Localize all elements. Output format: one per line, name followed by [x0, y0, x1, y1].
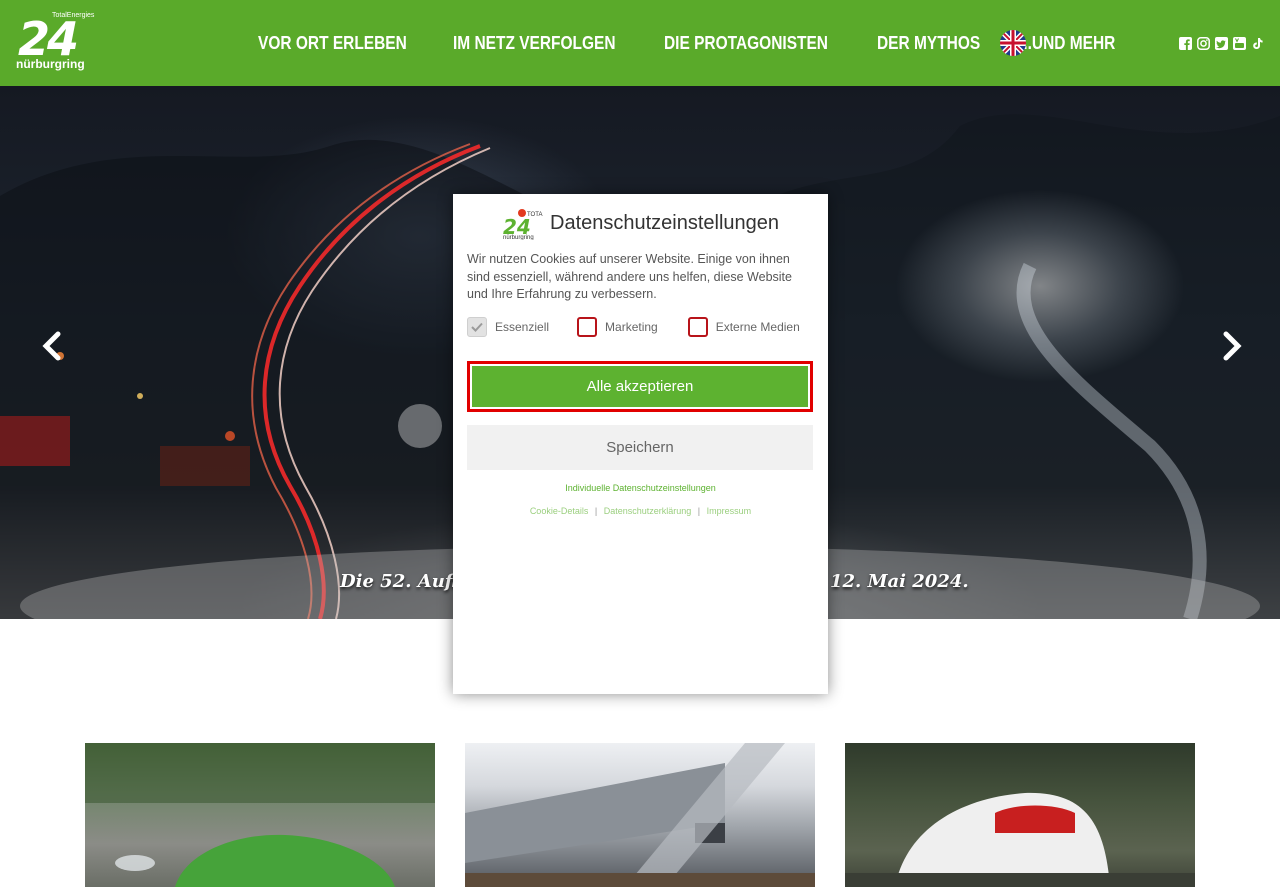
site-logo[interactable]: TotalEnergies 24 nürburgring: [14, 10, 106, 74]
instagram-icon[interactable]: [1197, 37, 1210, 50]
nav-item-die-protagonisten[interactable]: DIE PROTAGONISTEN: [664, 30, 828, 56]
chevron-right-icon: [1223, 331, 1242, 361]
nav-item-der-mythos[interactable]: DER MYTHOS: [877, 30, 980, 56]
consent-checkboxes: Essenziell Marketing Externe Medien: [467, 317, 800, 337]
modal-description: Wir nutzen Cookies auf unserer Website. …: [467, 252, 792, 301]
twitter-icon[interactable]: [1215, 37, 1228, 50]
checkbox-essenziell[interactable]: Essenziell: [467, 317, 549, 337]
modal-footer-links: Cookie-Details | Datenschutzerklärung | …: [453, 506, 828, 516]
site-header: TotalEnergies 24 nürburgring VOR ORT ERL…: [0, 0, 1280, 86]
chevron-left-icon: [42, 331, 61, 361]
social-links: [1179, 37, 1264, 50]
modal-title: Datenschutzeinstellungen: [550, 212, 780, 234]
checkbox-label-marketing: Marketing: [605, 320, 658, 334]
logo-numeral: 24: [18, 12, 79, 66]
imprint-link[interactable]: Impressum: [707, 506, 752, 516]
divider: |: [594, 506, 598, 516]
hero-caption-right: 12. Mai 2024.: [830, 571, 969, 592]
accept-all-button[interactable]: Alle akzeptieren: [472, 366, 808, 407]
hero-caption-left: Die 52. Aufla: [340, 571, 470, 592]
facebook-icon[interactable]: [1179, 37, 1192, 50]
nav-item-im-netz-verfolgen[interactable]: IM NETZ VERFOLGEN: [453, 30, 616, 56]
divider: |: [697, 506, 701, 516]
slider-next-button[interactable]: [1220, 330, 1244, 362]
cookie-details-link[interactable]: Cookie-Details: [530, 506, 589, 516]
news-card-image-white-race-car[interactable]: [845, 743, 1195, 887]
slider-prev-button[interactable]: [40, 330, 64, 362]
news-card-image-race-car[interactable]: [85, 743, 435, 887]
logo-track-text: nürburgring: [16, 57, 85, 71]
check-icon: [467, 317, 487, 337]
cookie-consent-modal: TOTAL 24 nürburgring Datenschutzeinstell…: [453, 194, 828, 694]
uk-flag-icon[interactable]: [1000, 30, 1026, 56]
privacy-policy-link[interactable]: Datenschutzerklärung: [604, 506, 692, 516]
news-card-image-grandstand[interactable]: [465, 743, 815, 887]
tiktok-icon[interactable]: [1251, 37, 1264, 50]
svg-text:nürburgring: nürburgring: [503, 235, 534, 240]
accept-all-highlight: Alle akzeptieren: [467, 361, 813, 412]
youtube-icon[interactable]: [1233, 37, 1246, 50]
main-nav: VOR ORT ERLEBEN IM NETZ VERFOLGEN DIE PR…: [258, 30, 1121, 56]
modal-logo: TOTAL 24 nürburgring: [501, 208, 546, 241]
save-button[interactable]: Speichern: [467, 425, 813, 470]
nav-item-vor-ort-erleben[interactable]: VOR ORT ERLEBEN: [258, 30, 407, 56]
checkbox-marketing[interactable]: Marketing: [577, 317, 658, 337]
individual-settings-link[interactable]: Individuelle Datenschutzeinstellungen: [453, 483, 828, 493]
checkbox-externe-medien[interactable]: Externe Medien: [687, 317, 800, 337]
nav-item-und-mehr[interactable]: ...UND MEHR: [1019, 30, 1115, 56]
checkbox-label-externe-medien: Externe Medien: [715, 320, 800, 334]
checkbox-label-essenziell: Essenziell: [495, 320, 550, 334]
